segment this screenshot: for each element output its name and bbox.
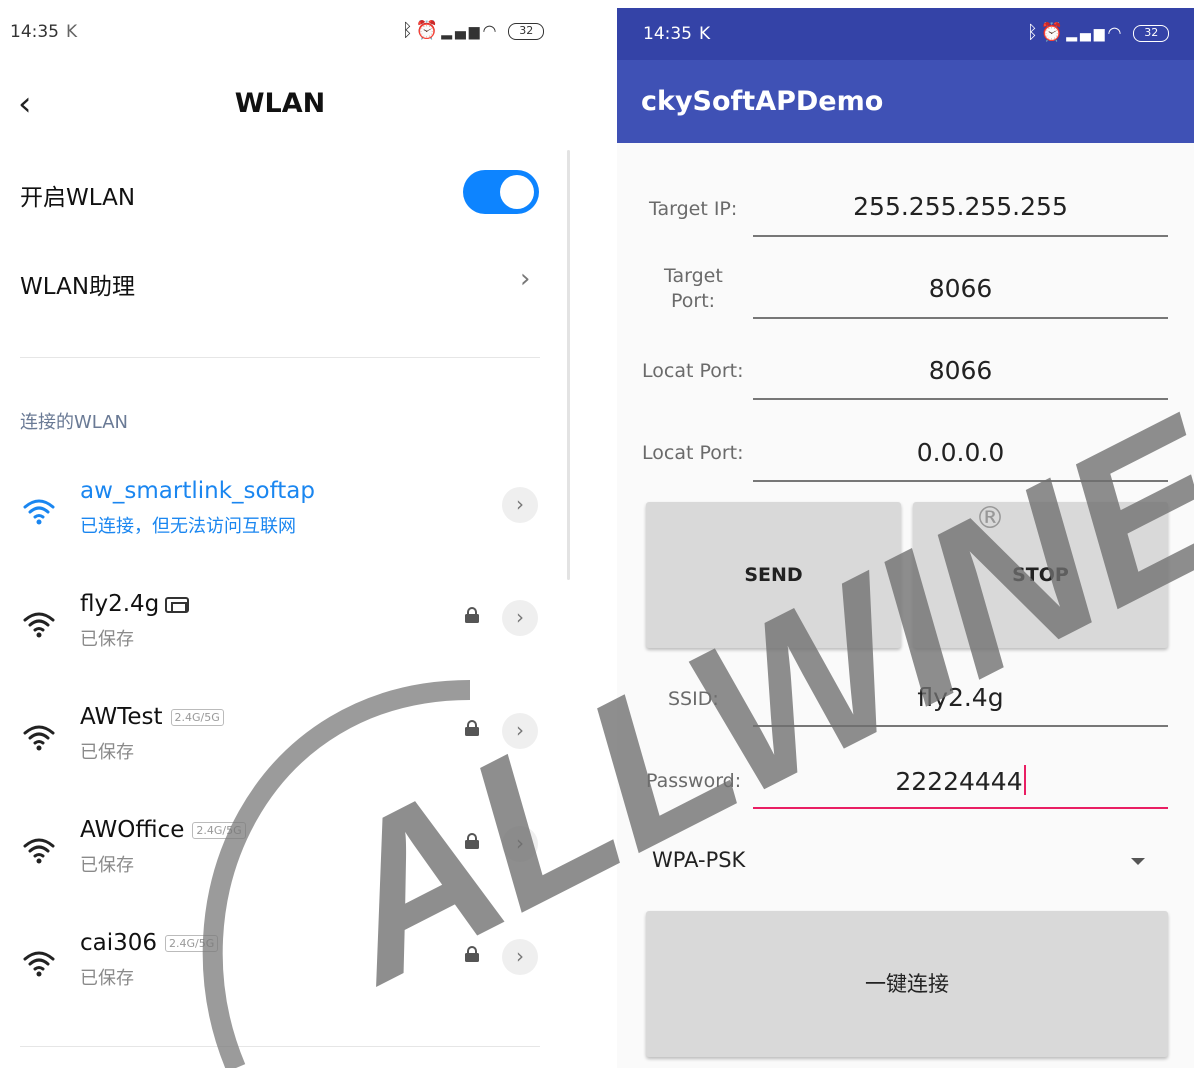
target-ip-input[interactable]: 255.255.255.255 — [753, 192, 1168, 221]
network-name-wrap: fly2.4g — [80, 591, 190, 617]
network-status: 已保存 — [80, 968, 134, 989]
network-name: aw_smartlink_softap — [80, 478, 315, 504]
network-detail-button[interactable]: › — [502, 600, 538, 636]
bluetooth-icon: ᛒ — [402, 20, 416, 41]
app-title: ckySoftAPDemo — [641, 86, 884, 117]
password-label: Password: — [646, 770, 742, 792]
ssid-label: SSID: — [668, 688, 719, 710]
dropdown-arrow-icon — [1131, 858, 1145, 865]
chevron-right-icon: › — [520, 264, 531, 294]
network-detail-button[interactable]: › — [502, 939, 538, 975]
target-port-label-line2: Port: — [671, 290, 716, 312]
target-ip-label: Target IP: — [649, 198, 738, 220]
scrollbar[interactable] — [567, 150, 570, 580]
toggle-knob — [500, 175, 534, 209]
wifi-icon: ◠ — [1107, 23, 1125, 42]
divider — [20, 1046, 540, 1047]
local-ip-underline — [753, 480, 1168, 482]
local-port-underline — [753, 398, 1168, 400]
network-status: 已保存 — [80, 855, 134, 876]
local-ip-input[interactable]: 0.0.0.0 — [753, 438, 1168, 467]
wlan-toggle-label: 开启WLAN — [20, 185, 136, 211]
target-port-label-line1: Target — [664, 265, 723, 287]
local-ip-label: Locat Port: — [642, 442, 744, 464]
battery-icon: 32 — [508, 22, 545, 40]
status-bar: 14:35 K ᛒ⏰▂▄▆◠ 32 — [617, 8, 1194, 60]
battery-icon: 32 — [1133, 24, 1170, 42]
network-row-awtest[interactable]: AWTest 2.4G/5G 已保存 › — [0, 704, 560, 784]
status-bar: 14:35 K ᛒ⏰▂▄▆◠ 32 — [0, 0, 580, 68]
mi-router-icon — [165, 596, 190, 613]
page-title: WLAN — [234, 88, 326, 119]
network-detail-button[interactable]: › — [502, 487, 538, 523]
password-underline — [753, 807, 1168, 809]
signal-icon: ▂▄▆ — [441, 24, 483, 40]
lock-icon — [465, 607, 479, 623]
wifi-signal-icon — [23, 951, 55, 977]
network-status: 已连接，但无法访问互联网 — [80, 516, 296, 537]
target-ip-underline — [753, 235, 1168, 237]
status-time: 14:35 — [10, 22, 59, 42]
lock-icon — [465, 720, 479, 736]
ssid-input[interactable]: fly2.4g — [753, 683, 1168, 712]
network-detail-button[interactable]: › — [502, 713, 538, 749]
status-carrier-mark: K — [699, 24, 711, 44]
band-badge: 2.4G/5G — [165, 935, 219, 952]
signal-icon: ▂▄▆ — [1066, 26, 1108, 42]
network-row-aw-smartlink-softap[interactable]: aw_smartlink_softap 已连接，但无法访问互联网 › — [0, 478, 560, 558]
wifi-signal-icon — [23, 838, 55, 864]
alarm-icon: ⏰ — [415, 20, 442, 41]
one-key-connect-button[interactable]: 一键连接 — [646, 911, 1168, 1057]
network-name-wrap: AWTest 2.4G/5G — [80, 704, 224, 730]
password-value: 22224444 — [895, 767, 1023, 796]
target-port-underline — [753, 317, 1168, 319]
wifi-signal-icon — [23, 499, 55, 525]
status-icons: ᛒ⏰▂▄▆◠ 32 — [402, 20, 545, 41]
network-name-wrap: cai306 2.4G/5G — [80, 930, 219, 956]
wlan-assistant-label: WLAN助理 — [20, 274, 136, 300]
status-icons: ᛒ⏰▂▄▆◠ 32 — [1027, 22, 1170, 43]
local-port-label: Locat Port: — [642, 360, 744, 382]
network-name-wrap: AWOffice 2.4G/5G — [80, 817, 246, 843]
wifi-signal-icon — [23, 612, 55, 638]
network-status: 已保存 — [80, 629, 134, 650]
wlan-settings-screen: 14:35 K ᛒ⏰▂▄▆◠ 32 ‹ WLAN 开启WLAN WLAN助理 ›… — [0, 0, 580, 1068]
wifi-signal-icon — [23, 725, 55, 751]
network-name: AWOffice — [80, 817, 185, 843]
network-row-awoffice[interactable]: AWOffice 2.4G/5G 已保存 › — [0, 817, 560, 897]
divider — [20, 357, 540, 358]
lock-icon — [465, 833, 479, 849]
network-name: fly2.4g — [80, 591, 160, 617]
section-label: 连接的WLAN — [20, 412, 129, 433]
network-name: AWTest — [80, 704, 163, 730]
wlan-toggle-switch[interactable] — [463, 170, 539, 214]
local-port-input[interactable]: 8066 — [753, 356, 1168, 385]
network-name: cai306 — [80, 930, 158, 956]
security-type-value: WPA-PSK — [652, 848, 746, 872]
status-time: 14:35 — [643, 24, 692, 44]
network-detail-button[interactable]: › — [502, 826, 538, 862]
send-button[interactable]: SEND — [646, 502, 901, 648]
stop-button[interactable]: STOP — [913, 502, 1168, 648]
status-carrier-mark: K — [66, 22, 78, 42]
bluetooth-icon: ᛒ — [1027, 22, 1041, 43]
band-badge: 2.4G/5G — [170, 709, 224, 726]
text-cursor — [1023, 765, 1026, 795]
softap-demo-screen: 14:35 K ᛒ⏰▂▄▆◠ 32 ckySoftAPDemo Target I… — [617, 8, 1194, 1068]
lock-icon — [465, 946, 479, 962]
ssid-underline — [753, 725, 1168, 727]
password-input[interactable]: 22224444 — [753, 765, 1168, 796]
target-port-input[interactable]: 8066 — [753, 274, 1168, 303]
network-row-fly2-4g[interactable]: fly2.4g 已保存 › — [0, 591, 560, 671]
network-row-cai306[interactable]: cai306 2.4G/5G 已保存 › — [0, 930, 560, 1010]
alarm-icon: ⏰ — [1040, 22, 1067, 43]
network-status: 已保存 — [80, 742, 134, 763]
wifi-icon: ◠ — [482, 21, 500, 40]
app-bar: ckySoftAPDemo — [617, 60, 1194, 143]
band-badge: 2.4G/5G — [192, 822, 246, 839]
